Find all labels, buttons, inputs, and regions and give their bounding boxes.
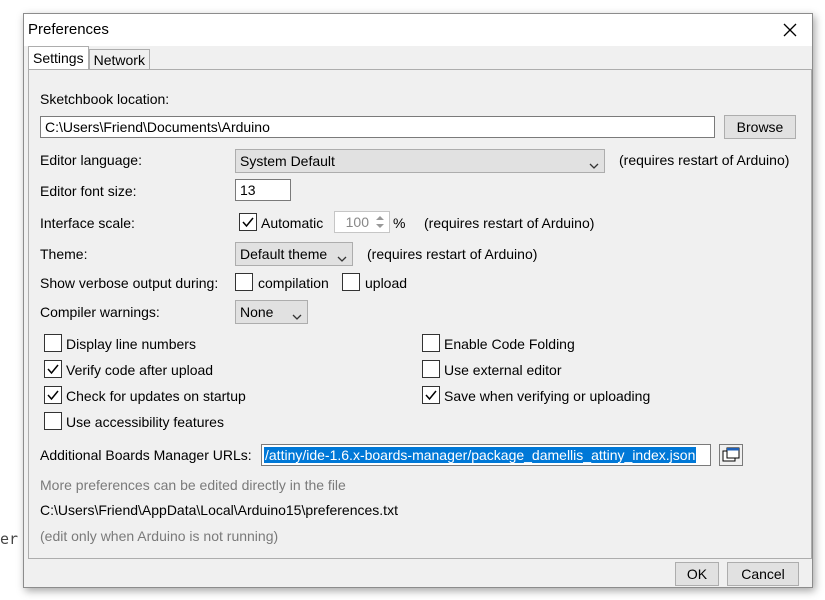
sketchbook-label: Sketchbook location: [40,91,170,107]
interface-scale-label: Interface scale: [40,215,135,231]
title-bar: Preferences [24,14,812,46]
verbose-upload-checkbox[interactable] [342,273,360,291]
window-list-icon [722,447,740,462]
font-size-label: Editor font size: [40,183,137,199]
accessibility-label: Use accessibility features [66,414,224,430]
display-line-numbers-label: Display line numbers [66,336,196,352]
external-editor-checkbox[interactable] [422,360,440,378]
theme-label: Theme: [40,246,88,262]
preferences-dialog: Preferences Settings Network Sketchbook … [23,13,813,588]
verbose-upload-label: upload [365,275,408,291]
tab-network[interactable]: Network [88,49,150,70]
compiler-warnings-select[interactable]: None [235,300,308,324]
chevron-down-icon [292,307,302,325]
tab-settings[interactable]: Settings [28,46,89,69]
boards-urls-input[interactable]: /attiny/ide-1.6.x-boards-manager/package… [261,444,711,466]
verify-after-upload-checkbox[interactable] [44,360,62,378]
settings-panel: Sketchbook location: C:\Users\Friend\Doc… [28,69,812,559]
theme-value: Default theme [240,246,328,262]
ok-button[interactable]: OK [675,562,719,586]
check-updates-label: Check for updates on startup [66,388,246,404]
editor-language-value: System Default [240,153,335,169]
compiler-warnings-value: None [240,304,274,320]
window-title: Preferences [28,21,109,38]
font-size-input[interactable]: 13 [235,179,291,201]
save-when-verifying-label: Save when verifying or uploading [444,388,651,404]
code-folding-label: Enable Code Folding [444,336,575,352]
language-restart-note: (requires restart of Arduino) [619,152,790,168]
automatic-scale-label: Automatic [261,215,324,231]
preferences-file-path: C:\Users\Friend\AppData\Local\Arduino15\… [40,502,398,518]
verbose-compilation-label: compilation [258,275,329,291]
chevron-down-icon [337,249,347,267]
checkmark-icon [425,390,437,401]
verbose-compilation-checkbox[interactable] [235,273,253,291]
boards-urls-label: Additional Boards Manager URLs: [40,447,252,463]
verbose-output-label: Show verbose output during: [40,275,219,291]
accessibility-checkbox[interactable] [44,412,62,430]
scale-value: 100 [345,214,369,230]
background-text-fragment: er [0,530,19,548]
more-preferences-note: More preferences can be edited directly … [40,477,346,493]
close-button[interactable] [768,14,812,46]
check-updates-checkbox[interactable] [44,386,62,404]
cancel-button[interactable]: Cancel [727,562,799,586]
editor-language-label: Editor language: [40,152,142,168]
theme-select[interactable]: Default theme [235,242,353,266]
scale-spinner[interactable]: 100 [334,211,390,233]
checkmark-icon [242,217,254,228]
display-line-numbers-checkbox[interactable] [44,334,62,352]
tab-bar: Settings Network [28,46,150,70]
spinner-arrows-icon [376,216,384,228]
edit-urls-button[interactable] [719,444,743,466]
edit-only-note: (edit only when Arduino is not running) [40,528,279,544]
code-folding-checkbox[interactable] [422,334,440,352]
sketchbook-location-input[interactable]: C:\Users\Friend\Documents\Arduino [40,116,715,138]
checkmark-icon [47,390,59,401]
external-editor-label: Use external editor [444,362,562,378]
verify-after-upload-label: Verify code after upload [66,362,214,378]
scale-restart-note: (requires restart of Arduino) [424,215,595,231]
scale-unit: % [393,215,406,231]
close-icon [783,23,797,37]
theme-restart-note: (requires restart of Arduino) [367,246,538,262]
editor-language-select[interactable]: System Default [235,149,605,173]
chevron-down-icon [589,156,599,174]
save-when-verifying-checkbox[interactable] [422,386,440,404]
boards-urls-value: /attiny/ide-1.6.x-boards-manager/package… [264,447,697,463]
automatic-scale-checkbox[interactable] [239,213,257,231]
compiler-warnings-label: Compiler warnings: [40,304,160,320]
browse-button[interactable]: Browse [724,115,796,139]
checkmark-icon [47,364,59,375]
